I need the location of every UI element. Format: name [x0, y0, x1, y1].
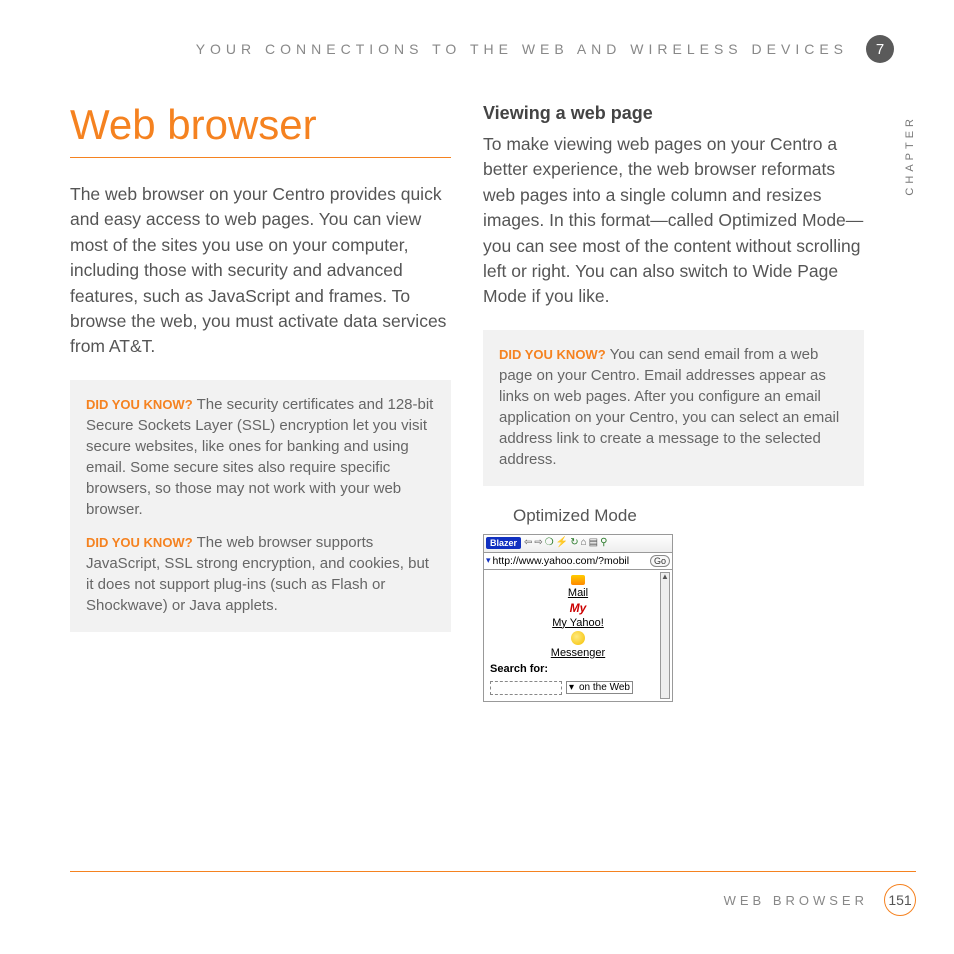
- dropdown-icon: ▾: [486, 555, 491, 566]
- scrollbar: [660, 572, 670, 699]
- mail-icon: [571, 575, 585, 585]
- search-label: Search for:: [486, 663, 670, 675]
- running-head: YOUR CONNECTIONS TO THE WEB AND WIRELESS…: [196, 41, 848, 57]
- tool-icon: ⚲: [600, 538, 607, 548]
- refresh-icon: ↻: [570, 538, 578, 548]
- url-bar: ▾ http://www.yahoo.com/?mobil Go: [484, 553, 672, 570]
- intro-paragraph: The web browser on your Centro provides …: [70, 182, 451, 360]
- right-column: Viewing a web page To make viewing web p…: [483, 93, 864, 702]
- left-column: Web browser The web browser on your Cent…: [70, 93, 451, 702]
- messenger-icon: [571, 631, 585, 645]
- footer-section-label: WEB BROWSER: [724, 893, 868, 908]
- dyk-label: DID YOU KNOW?: [499, 347, 606, 362]
- lightning-icon: ⚡: [556, 538, 568, 548]
- screenshot-caption: Optimized Mode: [513, 506, 864, 526]
- go-button: Go: [650, 555, 670, 567]
- screenshot-body: Mail My My Yahoo! Messenger Search for: …: [484, 570, 672, 701]
- title-rule: [70, 157, 451, 158]
- dyk-text: The security certificates and 128-bit Se…: [86, 396, 433, 518]
- subsection-heading: Viewing a web page: [483, 103, 864, 124]
- url-text: http://www.yahoo.com/?mobil: [493, 555, 648, 567]
- page-icon: ▤: [589, 538, 598, 548]
- home-icon: ⌂: [581, 538, 587, 548]
- link-messenger: Messenger: [486, 647, 670, 659]
- page-header: YOUR CONNECTIONS TO THE WEB AND WIRELESS…: [70, 35, 894, 63]
- dyk-item-2: DID YOU KNOW? The web browser supports J…: [86, 532, 435, 616]
- forward-icon: ⇨: [534, 538, 542, 548]
- page-footer: WEB BROWSER 151: [70, 871, 916, 916]
- link-mail: Mail: [486, 587, 670, 599]
- search-scope-dropdown: on the Web: [566, 681, 633, 694]
- chapter-number-badge: 7: [866, 35, 894, 63]
- toolbar-icons: ⇦ ⇨ ❍ ⚡ ↻ ⌂ ▤ ⚲: [524, 538, 607, 548]
- dyk-label: DID YOU KNOW?: [86, 397, 193, 412]
- back-icon: ⇦: [524, 538, 532, 548]
- globe-icon: ❍: [545, 538, 554, 548]
- section-title: Web browser: [70, 101, 451, 149]
- dyk-text: You can send email from a web page on yo…: [499, 346, 839, 468]
- search-input: [490, 681, 562, 695]
- chapter-label: CHAPTER: [904, 115, 916, 196]
- screenshot-toolbar: Blazer ⇦ ⇨ ❍ ⚡ ↻ ⌂ ▤ ⚲: [484, 535, 672, 553]
- did-you-know-box-right: DID YOU KNOW? You can send email from a …: [483, 330, 864, 486]
- dyk-label: DID YOU KNOW?: [86, 535, 193, 550]
- page-number: 151: [884, 884, 916, 916]
- browser-brand: Blazer: [486, 537, 521, 549]
- link-myyahoo: My Yahoo!: [486, 617, 670, 629]
- dyk-item: DID YOU KNOW? You can send email from a …: [499, 344, 848, 470]
- browser-screenshot: Blazer ⇦ ⇨ ❍ ⚡ ↻ ⌂ ▤ ⚲ ▾ http://www.yaho…: [483, 534, 673, 702]
- subsection-paragraph: To make viewing web pages on your Centro…: [483, 132, 864, 310]
- did-you-know-box-left: DID YOU KNOW? The security certificates …: [70, 380, 451, 632]
- search-row: on the Web: [486, 681, 670, 695]
- dyk-item-1: DID YOU KNOW? The security certificates …: [86, 394, 435, 520]
- my-icon: My: [486, 601, 670, 615]
